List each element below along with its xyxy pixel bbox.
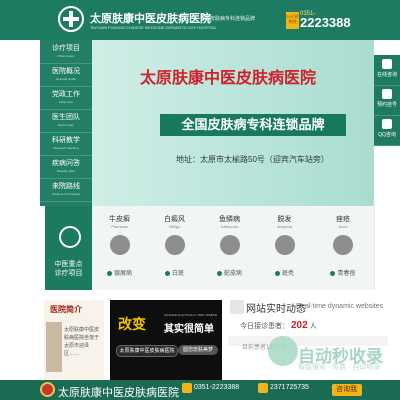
footer-qq[interactable]: 2371725735 bbox=[270, 384, 309, 391]
promo-pill-right: 圆您皮肤美梦 bbox=[178, 345, 218, 355]
nav-item-label: 科研教学 bbox=[52, 137, 80, 144]
hospital-photo bbox=[46, 322, 62, 372]
today-unit: 人 bbox=[309, 323, 317, 330]
nav-item-sublabel: Doctor team bbox=[57, 123, 75, 127]
specialty-link[interactable]: 银屑病 bbox=[92, 268, 147, 277]
hospital-logo-icon[interactable] bbox=[58, 6, 84, 32]
specialty-card-ichthyosis[interactable]: 鱼鳞病 Ichthyosis 蛇皮病 bbox=[202, 206, 258, 290]
specialty-name-en: Psoriasis bbox=[111, 224, 128, 229]
nav-item-disease-qa[interactable]: 疾病问答 Disease Q&A bbox=[40, 155, 92, 179]
flask-icon bbox=[164, 235, 185, 255]
today-label: 今日接诊患者 bbox=[240, 323, 282, 330]
rb-label: 预约挂号 bbox=[376, 102, 397, 108]
qq-icon bbox=[382, 119, 392, 129]
specialty-name: 痤疮 bbox=[336, 216, 350, 223]
specialty-link[interactable]: 蛇皮病 bbox=[202, 268, 257, 277]
focus-label-line1: 中医重点 bbox=[54, 261, 83, 268]
watermark-subtext: 智能搜索 · 免费 · 自动收录 bbox=[298, 364, 381, 371]
promo-banner[interactable]: 改变 CHANGE IS ACTUALLY VERY SIMPLE 其实很简单 … bbox=[110, 300, 222, 380]
hair-icon bbox=[274, 235, 295, 255]
nav-item-sublabel: Party work bbox=[58, 100, 74, 104]
pill-icon bbox=[219, 235, 240, 255]
site-name: 太原肤康中医皮肤病医院 bbox=[90, 12, 211, 25]
footer-hospital-name: 太原肤康中医皮肤病医院 bbox=[58, 387, 179, 399]
nav-item-label: 来院路线 bbox=[52, 183, 80, 190]
specialty-name-en: Acne bbox=[338, 224, 348, 229]
promo-pill-left: 太原肤康中医皮肤病医院 bbox=[116, 345, 178, 357]
specialty-card-vitiligo[interactable]: 白癜风 Vitiligo 白斑 bbox=[147, 206, 203, 290]
banner-title: 太原肤康中医皮肤病医院 bbox=[140, 70, 317, 87]
qq-icon bbox=[258, 383, 268, 393]
nav-item-doctor-team[interactable]: 医生团队 Doctor team bbox=[40, 109, 92, 133]
intro-title: 医院简介 bbox=[50, 305, 82, 314]
specialty-name: 脱发 bbox=[277, 216, 292, 223]
specialty-name: 鱼鳞病 bbox=[219, 216, 240, 223]
focus-label-line2: 诊疗项目 bbox=[54, 270, 83, 277]
qq-consult-button[interactable]: QQ咨询 bbox=[374, 115, 400, 146]
left-nav: 诊疗项目 Clinic project 医院概况 Hospital profil… bbox=[40, 40, 92, 206]
specialty-name-en: Alopecia bbox=[276, 224, 293, 229]
nav-item-sublabel: Route to the hospital bbox=[52, 192, 80, 196]
consult-label: 咨询我 bbox=[336, 386, 357, 393]
specialty-name: 白癜风 bbox=[164, 216, 185, 223]
header-slogan: 全国皮肤病专科连锁品牌 bbox=[200, 16, 256, 22]
key-specialties-label: 中医重点 诊疗项目 bbox=[45, 260, 92, 278]
site-name-en: TAIYUAN FUKANG CHINESE MEDICINE DERMATOL… bbox=[90, 25, 217, 30]
nav-item-party-work[interactable]: 党政工作 Party work bbox=[40, 86, 92, 110]
watermark-logo-icon bbox=[268, 336, 298, 366]
specialty-name-en: Ichthyosis bbox=[220, 224, 239, 229]
banner-address: 地址：太原市太榆路50号（迎宾汽车站旁） bbox=[176, 155, 329, 164]
drop-icon bbox=[333, 235, 353, 255]
nav-item-label: 诊疗项目 bbox=[52, 45, 80, 52]
hero-banner[interactable]: 太原肤康中医皮肤病医院 全国皮肤病专科连锁品牌 地址：太原市太榆路50号（迎宾汽… bbox=[92, 40, 374, 206]
nav-item-sublabel: Disease Q&A bbox=[56, 169, 75, 173]
online-consult-button[interactable]: 在线咨询 bbox=[374, 55, 400, 86]
appointment-button[interactable]: 预约挂号 bbox=[374, 85, 400, 116]
specialty-card-psoriasis[interactable]: 牛皮癣 Psoriasis 银屑病 bbox=[92, 206, 148, 290]
no-sign-icon bbox=[109, 235, 130, 255]
rb-label: QQ咨询 bbox=[378, 132, 396, 138]
nav-item-hospital-profile[interactable]: 医院概况 Hospital profile bbox=[40, 63, 92, 87]
phone-icon bbox=[182, 383, 192, 393]
today-count: 202 bbox=[290, 320, 308, 331]
promo-title: 改变 bbox=[118, 317, 146, 333]
rb-label: 在线咨询 bbox=[376, 72, 397, 78]
nav-item-route[interactable]: 来院路线 Route to the hospital bbox=[40, 178, 92, 202]
floating-contact-bar: 在线咨询 预约挂号 QQ咨询 bbox=[374, 55, 400, 146]
promo-subtitle-en: CHANGE IS ACTUALLY VERY SIMPLE bbox=[164, 313, 218, 317]
nav-item-label: 疾病问答 bbox=[52, 160, 80, 167]
nav-item-sublabel: Research teaching bbox=[53, 146, 79, 150]
nav-item-sublabel: Hospital profile bbox=[56, 77, 76, 81]
specialty-name: 牛皮癣 bbox=[109, 216, 130, 223]
specialty-link[interactable]: 白斑 bbox=[147, 268, 202, 277]
monitor-icon bbox=[230, 300, 244, 314]
calendar-icon bbox=[382, 89, 392, 99]
footer-phone[interactable]: 0351-2223388 bbox=[194, 384, 239, 391]
phone-number[interactable]: 2223388 bbox=[300, 15, 351, 30]
chat-icon bbox=[382, 59, 392, 69]
nav-item-label: 医生团队 bbox=[52, 114, 80, 121]
nav-item-label: 医院概况 bbox=[52, 68, 80, 75]
nav-item-label: 党政工作 bbox=[52, 91, 80, 98]
hospital-intro[interactable]: 医院简介 太原肤康中医皮肤病医院坐落于太原市迎泽区…… bbox=[44, 300, 104, 380]
clinic-icon bbox=[59, 226, 81, 248]
nav-item-clinic-projects[interactable]: 诊疗项目 Clinic project bbox=[40, 40, 92, 64]
promo-subtitle: 其实很简单 bbox=[164, 324, 214, 335]
specialty-name-en: Vitiligo bbox=[168, 224, 181, 229]
footer-logo-icon bbox=[40, 382, 55, 397]
specialty-card-alopecia[interactable]: 脱发 Alopecia 斑秃 bbox=[257, 206, 313, 290]
intro-text: 太原肤康中医皮肤病医院坐落于太原市迎泽区…… bbox=[64, 327, 100, 357]
nav-item-research[interactable]: 科研教学 Research teaching bbox=[40, 132, 92, 156]
key-specialties-panel: 中医重点 诊疗项目 bbox=[45, 206, 92, 290]
banner-tagline: 全国皮肤病专科连锁品牌 bbox=[160, 114, 346, 136]
specialty-link[interactable]: 斑秃 bbox=[257, 268, 312, 277]
today-patients-line: 今日接诊患者： 202 人 bbox=[240, 320, 317, 331]
specialty-card-acne[interactable]: 痤疮 Acne 青春痘 bbox=[312, 206, 375, 290]
hotline-badge: 24小时热线 bbox=[286, 12, 299, 29]
specialty-link[interactable]: 青春痘 bbox=[312, 268, 374, 277]
nav-item-sublabel: Clinic project bbox=[57, 54, 75, 58]
stats-title-en: Real-time dynamic websites bbox=[296, 303, 384, 310]
